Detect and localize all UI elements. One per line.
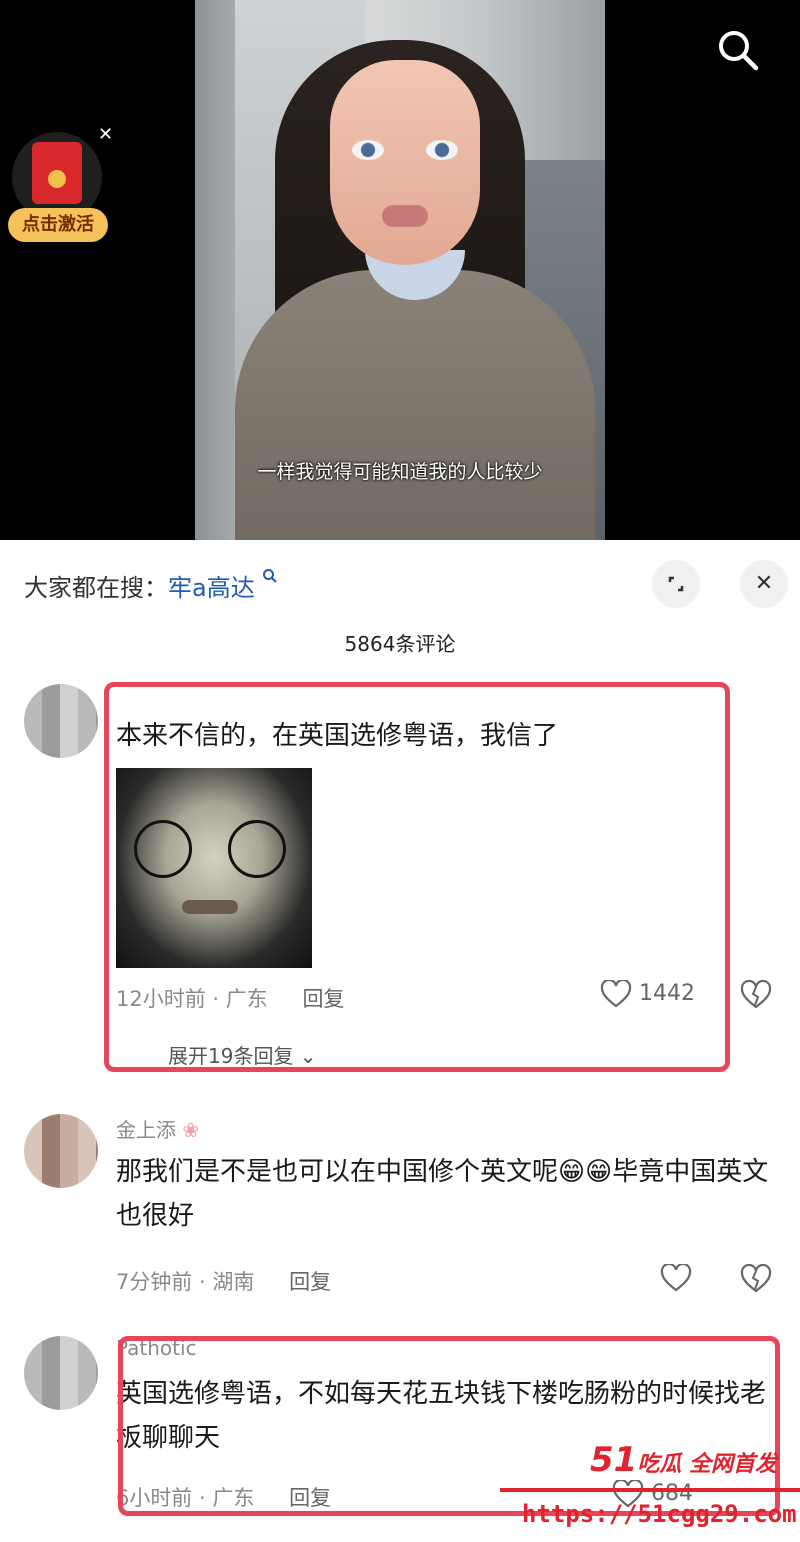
dislike-button[interactable] (740, 979, 772, 1012)
watermark-brand-text: 吃瓜 全网首发 (637, 1452, 777, 1477)
comment-username[interactable]: 金上添 ❀ (116, 1114, 199, 1143)
expand-button[interactable] (652, 560, 700, 608)
watermark-url: https://51cgg29.com (522, 1500, 797, 1528)
heart-icon (660, 1262, 692, 1292)
comment-location: 湖南 (212, 1270, 255, 1294)
watermark-brand: 51吃瓜 全网首发 (590, 1440, 777, 1480)
like-button[interactable] (660, 1262, 692, 1298)
video-subtitle: 一样我觉得可能知道我的人比较少 (257, 461, 543, 483)
right-eye (426, 140, 458, 160)
reply-button[interactable]: 回复 (289, 1270, 331, 1294)
expand-icon (668, 576, 684, 592)
flower-icon: ❀ (182, 1118, 200, 1142)
left-eye (352, 140, 384, 160)
comment-meta: 7分钟前 · 湖南 回复 (116, 1270, 332, 1294)
watermark-bar (500, 1488, 800, 1492)
person-sweater (235, 270, 595, 540)
red-packet-promo[interactable]: 点击激活 (8, 132, 112, 242)
comment-username-text: 金上添 (116, 1118, 176, 1142)
highlight-box (104, 682, 730, 1072)
close-panel-button[interactable] (740, 560, 788, 608)
broken-heart-icon (740, 1263, 772, 1293)
comment-count: 5864条评论 (344, 632, 456, 656)
trending-search-prefix: 大家都在搜： (24, 574, 168, 602)
promo-close-icon[interactable]: ✕ (98, 124, 113, 145)
site-watermark: 51吃瓜 全网首发 https://51cgg29.com (500, 1440, 800, 1542)
person-face (330, 60, 480, 265)
activate-button[interactable]: 点击激活 (8, 208, 108, 242)
red-packet-icon (32, 142, 82, 204)
lips (382, 205, 428, 227)
broken-heart-icon (740, 979, 772, 1009)
dislike-button[interactable] (740, 1263, 772, 1296)
comment-time: 7分钟前 (116, 1270, 193, 1294)
avatar[interactable] (24, 1336, 98, 1410)
search-icon[interactable] (716, 28, 760, 72)
avatar[interactable] (24, 684, 98, 758)
avatar[interactable] (24, 1114, 98, 1188)
trending-search-keyword[interactable]: 牢a高达 (168, 574, 255, 602)
watermark-brand-number: 51 (590, 1440, 638, 1480)
trending-search[interactable]: 大家都在搜：牢a高达 (24, 568, 278, 603)
video-player[interactable]: 一样我觉得可能知道我的人比较少 点击激活 ✕ (0, 0, 800, 540)
comment-text: 那我们是不是也可以在中国修个英文呢😁😁毕竟中国英文也很好 (116, 1157, 769, 1231)
keyword-search-icon (263, 569, 278, 583)
video-frame: 一样我觉得可能知道我的人比较少 (195, 0, 605, 540)
